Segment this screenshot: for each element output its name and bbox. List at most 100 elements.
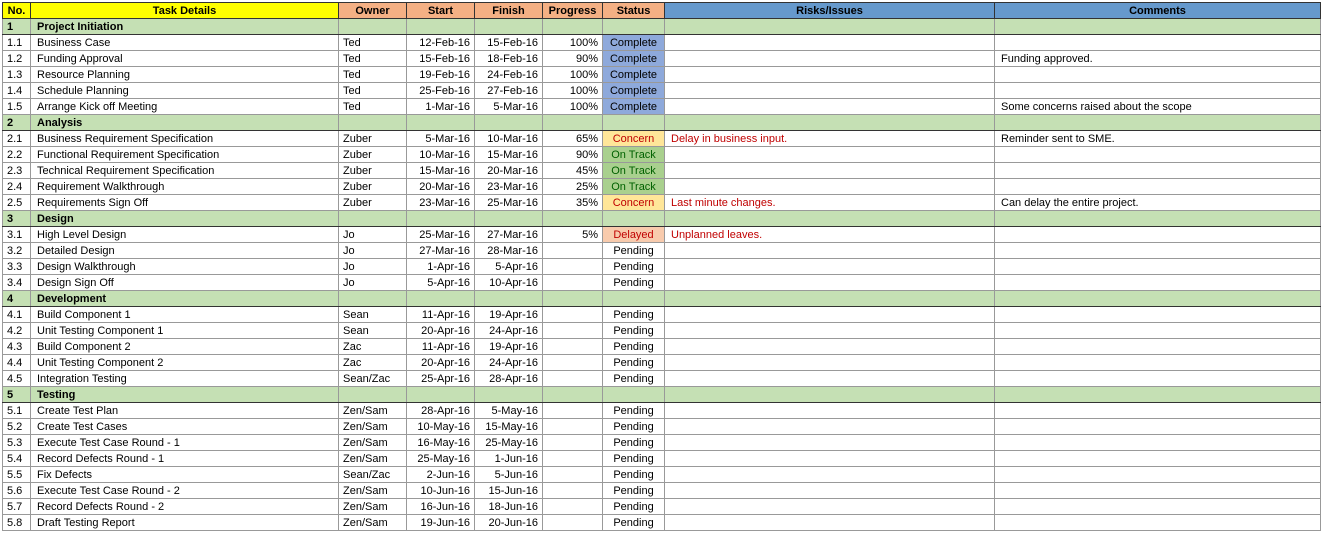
section-cell[interactable]	[995, 291, 1321, 307]
finish-cell[interactable]: 24-Apr-16	[475, 355, 543, 371]
risks-cell[interactable]	[665, 83, 995, 99]
start-cell[interactable]: 10-May-16	[407, 419, 475, 435]
comments-cell[interactable]	[995, 83, 1321, 99]
status-cell[interactable]: Pending	[603, 435, 665, 451]
section-cell[interactable]	[339, 387, 407, 403]
risks-cell[interactable]	[665, 339, 995, 355]
finish-cell[interactable]: 24-Feb-16	[475, 67, 543, 83]
section-row[interactable]: 1Project Initiation	[3, 19, 1321, 35]
risks-cell[interactable]	[665, 99, 995, 115]
owner-cell[interactable]: Zen/Sam	[339, 499, 407, 515]
progress-cell[interactable]	[543, 483, 603, 499]
task-name-cell[interactable]: Schedule Planning	[31, 83, 339, 99]
risks-cell[interactable]	[665, 499, 995, 515]
task-row[interactable]: 5.6Execute Test Case Round - 2Zen/Sam10-…	[3, 483, 1321, 499]
section-cell[interactable]	[407, 115, 475, 131]
owner-cell[interactable]: Zac	[339, 355, 407, 371]
section-cell[interactable]	[543, 291, 603, 307]
comments-cell[interactable]	[995, 147, 1321, 163]
comments-cell[interactable]	[995, 163, 1321, 179]
task-no-cell[interactable]: 1.3	[3, 67, 31, 83]
task-name-cell[interactable]: Unit Testing Component 1	[31, 323, 339, 339]
owner-cell[interactable]: Zen/Sam	[339, 483, 407, 499]
task-name-cell[interactable]: Technical Requirement Specification	[31, 163, 339, 179]
comments-cell[interactable]: Some concerns raised about the scope	[995, 99, 1321, 115]
start-cell[interactable]: 23-Mar-16	[407, 195, 475, 211]
start-cell[interactable]: 2-Jun-16	[407, 467, 475, 483]
start-cell[interactable]: 5-Apr-16	[407, 275, 475, 291]
progress-cell[interactable]: 45%	[543, 163, 603, 179]
task-no-cell[interactable]: 4.5	[3, 371, 31, 387]
task-no-cell[interactable]: 4.2	[3, 323, 31, 339]
start-cell[interactable]: 12-Feb-16	[407, 35, 475, 51]
comments-cell[interactable]	[995, 227, 1321, 243]
risks-cell[interactable]	[665, 323, 995, 339]
comments-cell[interactable]	[995, 35, 1321, 51]
header-progress[interactable]: Progress	[543, 3, 603, 19]
status-cell[interactable]: Pending	[603, 419, 665, 435]
task-no-cell[interactable]: 5.8	[3, 515, 31, 531]
status-cell[interactable]: Concern	[603, 195, 665, 211]
task-row[interactable]: 3.3Design WalkthroughJo1-Apr-165-Apr-16P…	[3, 259, 1321, 275]
owner-cell[interactable]: Zen/Sam	[339, 419, 407, 435]
owner-cell[interactable]: Zuber	[339, 163, 407, 179]
finish-cell[interactable]: 10-Apr-16	[475, 275, 543, 291]
status-cell[interactable]: Complete	[603, 51, 665, 67]
header-start[interactable]: Start	[407, 3, 475, 19]
task-row[interactable]: 4.3Build Component 2Zac11-Apr-1619-Apr-1…	[3, 339, 1321, 355]
section-cell[interactable]: Design	[31, 211, 339, 227]
owner-cell[interactable]: Zuber	[339, 147, 407, 163]
task-row[interactable]: 1.3Resource PlanningTed19-Feb-1624-Feb-1…	[3, 67, 1321, 83]
progress-cell[interactable]: 90%	[543, 51, 603, 67]
section-cell[interactable]	[475, 19, 543, 35]
section-cell[interactable]	[339, 19, 407, 35]
section-row[interactable]: 4Development	[3, 291, 1321, 307]
task-no-cell[interactable]: 3.3	[3, 259, 31, 275]
progress-cell[interactable]	[543, 419, 603, 435]
status-cell[interactable]: Complete	[603, 83, 665, 99]
status-cell[interactable]: Pending	[603, 467, 665, 483]
task-row[interactable]: 2.3Technical Requirement SpecificationZu…	[3, 163, 1321, 179]
section-cell[interactable]: 5	[3, 387, 31, 403]
task-name-cell[interactable]: Funding Approval	[31, 51, 339, 67]
risks-cell[interactable]	[665, 275, 995, 291]
progress-cell[interactable]: 5%	[543, 227, 603, 243]
progress-cell[interactable]	[543, 403, 603, 419]
comments-cell[interactable]	[995, 419, 1321, 435]
section-cell[interactable]	[475, 291, 543, 307]
progress-cell[interactable]: 35%	[543, 195, 603, 211]
start-cell[interactable]: 10-Mar-16	[407, 147, 475, 163]
task-name-cell[interactable]: Build Component 2	[31, 339, 339, 355]
progress-cell[interactable]	[543, 371, 603, 387]
header-risks[interactable]: Risks/Issues	[665, 3, 995, 19]
task-row[interactable]: 5.1Create Test PlanZen/Sam28-Apr-165-May…	[3, 403, 1321, 419]
task-name-cell[interactable]: Record Defects Round - 2	[31, 499, 339, 515]
finish-cell[interactable]: 20-Jun-16	[475, 515, 543, 531]
start-cell[interactable]: 20-Mar-16	[407, 179, 475, 195]
task-name-cell[interactable]: Create Test Plan	[31, 403, 339, 419]
section-row[interactable]: 5Testing	[3, 387, 1321, 403]
risks-cell[interactable]	[665, 355, 995, 371]
task-no-cell[interactable]: 2.1	[3, 131, 31, 147]
task-no-cell[interactable]: 1.5	[3, 99, 31, 115]
task-name-cell[interactable]: Fix Defects	[31, 467, 339, 483]
section-cell[interactable]	[475, 115, 543, 131]
status-cell[interactable]: Pending	[603, 355, 665, 371]
status-cell[interactable]: Delayed	[603, 227, 665, 243]
status-cell[interactable]: Complete	[603, 35, 665, 51]
progress-cell[interactable]	[543, 339, 603, 355]
owner-cell[interactable]: Sean/Zac	[339, 371, 407, 387]
start-cell[interactable]: 25-Apr-16	[407, 371, 475, 387]
task-no-cell[interactable]: 2.3	[3, 163, 31, 179]
comments-cell[interactable]: Funding approved.	[995, 51, 1321, 67]
status-cell[interactable]: On Track	[603, 163, 665, 179]
comments-cell[interactable]	[995, 515, 1321, 531]
comments-cell[interactable]	[995, 67, 1321, 83]
status-cell[interactable]: Pending	[603, 323, 665, 339]
comments-cell[interactable]	[995, 483, 1321, 499]
owner-cell[interactable]: Ted	[339, 35, 407, 51]
task-row[interactable]: 5.5Fix DefectsSean/Zac2-Jun-165-Jun-16Pe…	[3, 467, 1321, 483]
progress-cell[interactable]: 100%	[543, 99, 603, 115]
task-row[interactable]: 1.2Funding ApprovalTed15-Feb-1618-Feb-16…	[3, 51, 1321, 67]
comments-cell[interactable]	[995, 307, 1321, 323]
